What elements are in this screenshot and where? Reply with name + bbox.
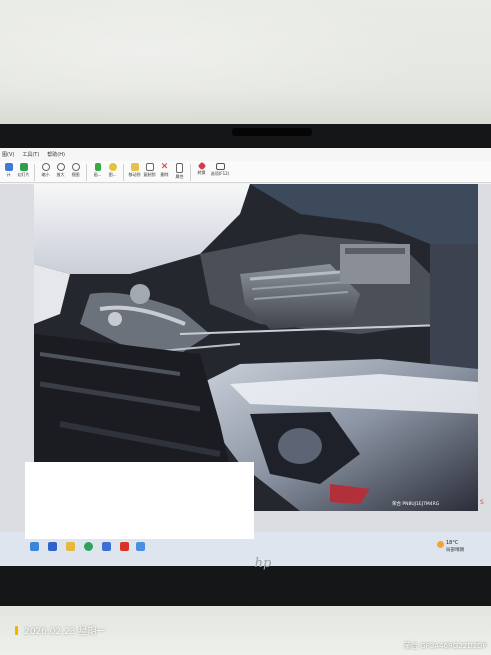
timestamp-text: 2026.02.23 星期一 [24,627,106,637]
annotate-icon [4,163,13,171]
menu-bar: 图(V) 工具(T) 帮助(H) [0,148,491,161]
taskbar-app-icon[interactable] [120,542,129,551]
menu-item-help[interactable]: 帮助(H) [47,151,65,158]
delete-icon: ✕ [160,162,169,172]
copy-to-button[interactable]: 复制到 [142,161,157,178]
file-explorer-icon[interactable] [66,542,75,551]
camera-watermark: 荣合 GP3A46RG22D2DP [404,642,487,650]
camera-timestamp: 2026.02.23 星期一 [15,624,105,637]
image-icon [108,163,117,171]
zoom-in-icon [56,163,65,171]
paint-icon [94,163,101,171]
toolbar: 计 幻灯片 缩小 放大 视图 画... 图... 移动到 复制到 ✕ 删除 属性… [0,161,491,183]
convert-button[interactable]: 转换 [194,161,209,176]
copy-to-icon [145,163,154,171]
webcam [232,128,312,136]
weather-description: 局部晴朗 [446,548,464,553]
svg-text:hp: hp [255,556,272,571]
menu-item-view[interactable]: 图(V) [2,151,14,158]
photo-watermark: 荣合 PN8UJ1EJ7M4RG [392,502,440,507]
taskbar-app-icon[interactable] [136,542,145,551]
view-icon [71,163,80,171]
convert-icon [197,161,206,171]
image-button[interactable]: 图... [105,161,120,178]
menu-item-tools[interactable]: 工具(T) [22,151,39,158]
taskbar-app-icon[interactable] [48,542,57,551]
start-icon[interactable] [30,542,39,551]
browser-icon[interactable] [84,542,93,551]
wall-background [0,0,491,130]
redaction-box [25,462,254,539]
move-to-icon [130,163,139,171]
taskbar-app-icon[interactable] [102,542,111,551]
slideshow-icon [19,163,28,171]
options-button[interactable]: 选项(F12) [209,161,231,177]
toolbar-separator [86,164,87,181]
delete-button[interactable]: ✕ 删除 [157,161,172,178]
move-to-button[interactable]: 移动到 [127,161,142,178]
properties-icon [176,163,183,173]
paint-button[interactable]: 画... [90,161,105,178]
options-icon [215,163,225,170]
sun-icon [437,541,444,548]
zoom-out-button[interactable]: 缩小 [38,161,53,178]
weather-widget[interactable]: 18°C 局部晴朗 [437,538,487,558]
zoom-out-icon [41,163,50,171]
slideshow-button[interactable]: 幻灯片 [16,161,31,178]
properties-button[interactable]: 属性 [172,161,187,180]
toolbar-separator [123,164,124,181]
view-button[interactable]: 视图 [68,161,83,178]
annotate-button[interactable]: 计 [1,161,16,178]
hp-logo: hp [253,552,273,572]
timestamp-marker [15,626,18,635]
photo-logo-icon: S [480,499,484,506]
toolbar-separator [190,164,191,181]
temperature: 18°C [446,540,459,546]
toolbar-separator [34,164,35,181]
zoom-in-button[interactable]: 放大 [53,161,68,178]
